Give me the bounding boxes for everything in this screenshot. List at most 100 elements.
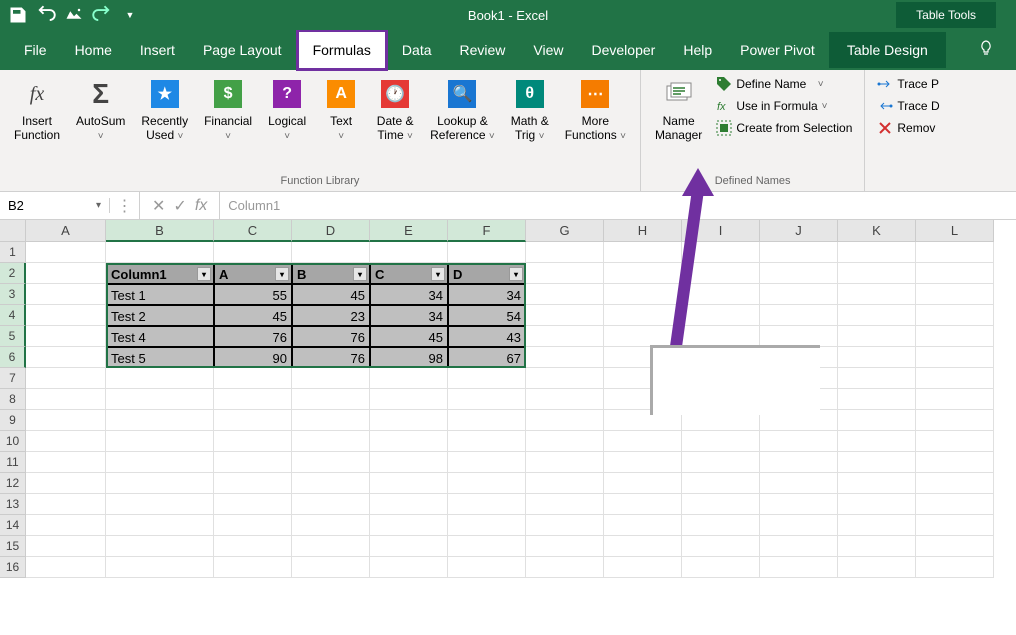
lookup-reference-button[interactable]: 🔍 Lookup & Reference ˅ <box>424 74 501 147</box>
formula-input[interactable]: Column1 <box>220 198 1016 213</box>
cell[interactable] <box>682 263 760 284</box>
tab-view[interactable]: View <box>519 32 577 68</box>
cell[interactable]: 76 <box>292 326 370 347</box>
cell[interactable] <box>526 284 604 305</box>
cell[interactable] <box>760 452 838 473</box>
row-header[interactable]: 4 <box>0 305 26 326</box>
cell[interactable] <box>760 536 838 557</box>
cell[interactable] <box>448 431 526 452</box>
cell[interactable] <box>106 515 214 536</box>
cell[interactable] <box>604 452 682 473</box>
cell[interactable] <box>26 494 106 515</box>
cell[interactable] <box>370 473 448 494</box>
cell[interactable] <box>370 515 448 536</box>
cell[interactable]: B▾ <box>292 263 370 284</box>
cell[interactable] <box>26 389 106 410</box>
cell[interactable] <box>292 515 370 536</box>
math-trig-button[interactable]: θ Math & Trig ˅ <box>505 74 555 147</box>
enter-icon[interactable]: ✓ <box>173 196 186 216</box>
cell[interactable] <box>370 557 448 578</box>
name-box[interactable]: B2▾ <box>0 198 110 213</box>
tab-table-design[interactable]: Table Design <box>829 32 946 68</box>
cell[interactable] <box>526 389 604 410</box>
cell[interactable] <box>604 242 682 263</box>
cell[interactable]: 34 <box>370 305 448 326</box>
cell[interactable] <box>292 536 370 557</box>
cell[interactable] <box>370 494 448 515</box>
cell[interactable] <box>292 431 370 452</box>
cell[interactable] <box>448 242 526 263</box>
cell[interactable] <box>26 263 106 284</box>
cell[interactable] <box>106 431 214 452</box>
cell[interactable] <box>838 431 916 452</box>
cell[interactable] <box>604 431 682 452</box>
cell[interactable] <box>292 473 370 494</box>
cell[interactable] <box>760 473 838 494</box>
cell[interactable] <box>838 494 916 515</box>
cell[interactable] <box>214 389 292 410</box>
cell[interactable] <box>26 431 106 452</box>
cell[interactable]: Test 5 <box>106 347 214 368</box>
cell[interactable] <box>838 284 916 305</box>
cell[interactable] <box>526 326 604 347</box>
cell[interactable] <box>682 473 760 494</box>
cell[interactable] <box>370 242 448 263</box>
cell[interactable] <box>526 347 604 368</box>
trace-dependents-button[interactable]: Trace D <box>873 96 943 116</box>
cell[interactable] <box>838 347 916 368</box>
column-header[interactable]: J <box>760 220 838 242</box>
cell[interactable] <box>26 557 106 578</box>
column-header[interactable]: L <box>916 220 994 242</box>
tab-power-pivot[interactable]: Power Pivot <box>726 32 829 68</box>
cell[interactable] <box>916 263 994 284</box>
cell[interactable] <box>448 452 526 473</box>
cell[interactable] <box>448 515 526 536</box>
column-header[interactable]: F <box>448 220 526 242</box>
date-time-button[interactable]: 🕐 Date & Time ˅ <box>370 74 420 147</box>
row-header[interactable]: 2 <box>0 263 26 284</box>
cell[interactable] <box>292 389 370 410</box>
cell[interactable] <box>214 557 292 578</box>
filter-dropdown-icon[interactable]: ▾ <box>197 267 211 281</box>
cell[interactable] <box>838 410 916 431</box>
cell[interactable]: 45 <box>370 326 448 347</box>
cell[interactable] <box>26 326 106 347</box>
cell[interactable] <box>26 242 106 263</box>
create-from-selection-button[interactable]: Create from Selection <box>712 118 856 138</box>
cell[interactable]: Test 2 <box>106 305 214 326</box>
cell[interactable] <box>106 410 214 431</box>
cell[interactable] <box>448 410 526 431</box>
filter-dropdown-icon[interactable]: ▾ <box>509 267 523 281</box>
cell[interactable]: Test 4 <box>106 326 214 347</box>
cell[interactable] <box>760 326 838 347</box>
cell[interactable] <box>526 473 604 494</box>
cell[interactable]: 45 <box>292 284 370 305</box>
cell[interactable] <box>214 431 292 452</box>
cell[interactable] <box>106 494 214 515</box>
cell[interactable]: C▾ <box>370 263 448 284</box>
cell[interactable] <box>106 389 214 410</box>
row-header[interactable]: 5 <box>0 326 26 347</box>
cell[interactable] <box>214 242 292 263</box>
cell[interactable] <box>682 452 760 473</box>
cell[interactable] <box>26 368 106 389</box>
cell[interactable] <box>526 431 604 452</box>
cell[interactable] <box>916 494 994 515</box>
cell[interactable]: 34 <box>370 284 448 305</box>
cell[interactable] <box>106 452 214 473</box>
cell[interactable] <box>106 368 214 389</box>
cell[interactable]: Test 1 <box>106 284 214 305</box>
cell[interactable] <box>26 515 106 536</box>
cell[interactable] <box>604 263 682 284</box>
cell[interactable] <box>214 494 292 515</box>
cell[interactable] <box>526 368 604 389</box>
column-header[interactable]: E <box>370 220 448 242</box>
use-in-formula-button[interactable]: fxUse in Formula ˅ <box>712 96 856 116</box>
row-header[interactable]: 9 <box>0 410 26 431</box>
tab-page-layout[interactable]: Page Layout <box>189 32 296 68</box>
tab-formulas[interactable]: Formulas <box>296 29 388 71</box>
cell[interactable] <box>760 557 838 578</box>
column-header[interactable]: A <box>26 220 106 242</box>
cell[interactable] <box>604 305 682 326</box>
cell[interactable] <box>838 242 916 263</box>
